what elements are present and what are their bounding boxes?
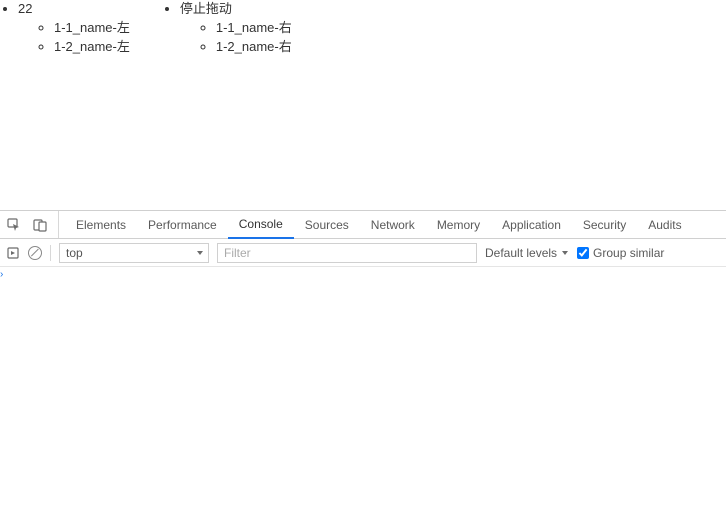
tree-child-label: 1-1_name-右: [216, 20, 292, 35]
tree-child-label: 1-2_name-左: [54, 39, 130, 54]
tree-child-label: 1-1_name-左: [54, 20, 130, 35]
tree-item[interactable]: 停止拖动 1-1_name-右 1-2_name-右: [180, 0, 292, 57]
page-content: 22 1-1_name-左 1-2_name-左 停止拖动 1-1_name-右: [0, 0, 726, 210]
tree-item-label: 22: [18, 1, 32, 16]
log-levels-select[interactable]: Default levels: [485, 246, 569, 260]
devtools-tabs: Elements Performance Console Sources Net…: [0, 211, 726, 239]
execution-context-select[interactable]: top: [59, 243, 209, 263]
tab-security[interactable]: Security: [572, 211, 637, 238]
tree-item[interactable]: 22 1-1_name-左 1-2_name-左: [18, 0, 130, 57]
console-toolbar: top Default levels Group similar: [0, 239, 726, 267]
console-prompt-icon: ›: [0, 269, 3, 280]
tree-child-label: 1-2_name-右: [216, 39, 292, 54]
tree-child-item[interactable]: 1-1_name-左: [54, 19, 130, 38]
devtools-left-controls: [0, 211, 59, 238]
tree-child-item[interactable]: 1-1_name-右: [216, 19, 292, 38]
tab-memory[interactable]: Memory: [426, 211, 491, 238]
tab-performance[interactable]: Performance: [137, 211, 228, 238]
separator: [50, 245, 51, 261]
devtools-panel: Elements Performance Console Sources Net…: [0, 210, 726, 532]
inspect-element-icon[interactable]: [6, 217, 22, 233]
console-output[interactable]: ›: [0, 267, 726, 532]
log-levels-label: Default levels: [485, 246, 557, 260]
tab-application[interactable]: Application: [491, 211, 572, 238]
chevron-down-icon: [561, 249, 569, 257]
tab-audits[interactable]: Audits: [637, 211, 692, 238]
tab-sources[interactable]: Sources: [294, 211, 360, 238]
console-sidebar-toggle-icon[interactable]: [6, 246, 20, 260]
execution-context-value: top: [66, 246, 83, 260]
device-toolbar-icon[interactable]: [32, 217, 48, 233]
clear-console-icon[interactable]: [28, 246, 42, 260]
tree-item-label: 停止拖动: [180, 1, 232, 16]
tab-elements[interactable]: Elements: [65, 211, 137, 238]
group-similar-checkbox-input[interactable]: [577, 247, 589, 259]
tree-child-item[interactable]: 1-2_name-左: [54, 38, 130, 57]
tree-child-item[interactable]: 1-2_name-右: [216, 38, 292, 57]
tab-console[interactable]: Console: [228, 212, 294, 239]
console-filter-input[interactable]: [217, 243, 477, 263]
tab-network[interactable]: Network: [360, 211, 426, 238]
tree-root: 22 1-1_name-左 1-2_name-左 停止拖动 1-1_name-右: [0, 0, 292, 57]
group-similar-checkbox[interactable]: Group similar: [577, 246, 664, 260]
chevron-down-icon: [196, 249, 204, 257]
group-similar-label: Group similar: [593, 246, 664, 260]
tree-children: 1-1_name-右 1-2_name-右: [180, 19, 292, 57]
tree-children: 1-1_name-左 1-2_name-左: [18, 19, 130, 57]
